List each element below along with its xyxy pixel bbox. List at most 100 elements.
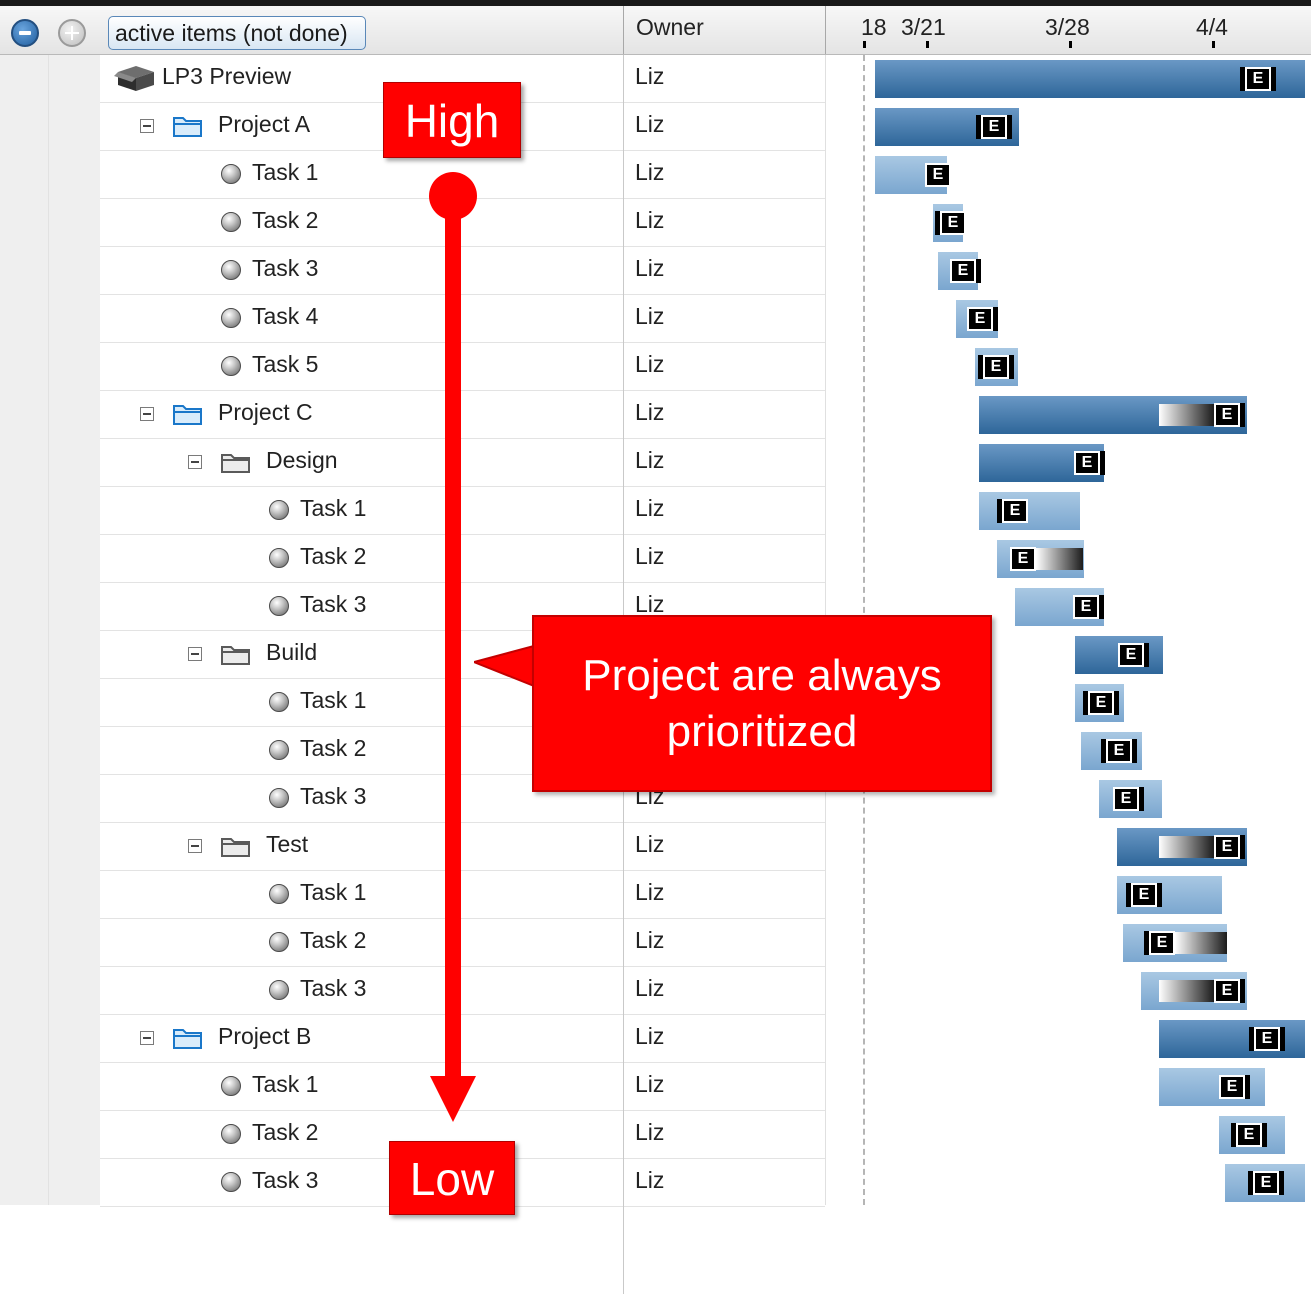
expected-finish-marker[interactable]: E (1118, 643, 1149, 667)
project-name: Test (266, 831, 309, 857)
expected-finish-marker[interactable]: E (1219, 1075, 1250, 1099)
expected-finish-marker[interactable]: E (1010, 547, 1036, 571)
owner-cell[interactable]: Liz (624, 967, 825, 1015)
table-row[interactable]: Liz Task 3 E (0, 967, 1311, 1015)
tree-cell[interactable] (100, 151, 623, 199)
marker-label: E (1017, 550, 1029, 567)
collapse-toggle-icon[interactable] (188, 839, 202, 853)
table-row[interactable]: Liz Task 1 E (0, 487, 1311, 535)
tree-cell[interactable] (100, 1159, 623, 1207)
expected-finish-marker[interactable]: E (1214, 979, 1245, 1003)
table-row[interactable]: Liz Design E (0, 439, 1311, 487)
collapse-toggle-icon[interactable] (140, 1031, 154, 1045)
table-row[interactable]: Liz Task 1 E (0, 151, 1311, 199)
marker-label: E (1226, 1078, 1238, 1095)
expected-finish-marker[interactable]: E (1144, 931, 1175, 955)
expected-finish-marker[interactable]: E (1240, 67, 1276, 91)
filter-dropdown[interactable]: active items (not done) (108, 16, 366, 50)
expected-finish-marker[interactable]: E (1073, 595, 1104, 619)
table-row[interactable]: Liz Task 1 E (0, 871, 1311, 919)
owner-cell[interactable]: Liz (624, 1159, 825, 1207)
expected-finish-marker[interactable]: E (967, 307, 998, 331)
column-divider[interactable] (825, 6, 826, 54)
expected-finish-marker[interactable]: E (1113, 787, 1144, 811)
owner-cell[interactable]: Liz (624, 1063, 825, 1111)
task-name: Task 1 (252, 159, 319, 185)
owner-cell[interactable]: Liz (624, 1015, 825, 1063)
expected-finish-marker[interactable]: E (978, 355, 1014, 379)
expected-finish-marker[interactable]: E (1248, 1171, 1284, 1195)
expected-finish-marker[interactable]: E (925, 163, 951, 187)
tree-cell[interactable] (100, 199, 623, 247)
owner-column-header[interactable]: Owner (636, 14, 704, 41)
owner-cell[interactable]: Liz (624, 295, 825, 343)
table-row[interactable]: Liz Task 3 E (0, 1159, 1311, 1207)
expected-finish-marker[interactable]: E (1214, 403, 1245, 427)
owner-cell[interactable]: Liz (624, 487, 825, 535)
owner-cell[interactable]: Liz (624, 823, 825, 871)
tree-cell[interactable] (100, 295, 623, 343)
tree-cell[interactable] (100, 247, 623, 295)
table-row[interactable]: Liz Task 1 E (0, 1063, 1311, 1111)
owner-cell[interactable]: Liz (624, 391, 825, 439)
tree-cell[interactable] (100, 343, 623, 391)
expected-finish-marker[interactable]: E (1214, 835, 1245, 859)
expected-finish-marker[interactable]: E (1074, 451, 1105, 475)
owner-cell[interactable]: Liz (624, 919, 825, 967)
task-status-icon (269, 932, 289, 952)
table-row[interactable]: Liz Task 5 E (0, 343, 1311, 391)
owner-cell[interactable]: Liz (624, 439, 825, 487)
table-row[interactable]: Liz Project C E (0, 391, 1311, 439)
table-row[interactable]: Liz Task 4 E (0, 295, 1311, 343)
expected-finish-marker[interactable]: E (1231, 1123, 1267, 1147)
expected-finish-marker[interactable]: E (950, 259, 981, 283)
owner-name: Liz (635, 303, 665, 329)
table-row[interactable]: Liz Task 2 E (0, 535, 1311, 583)
table-row[interactable]: Liz Task 2 E (0, 1111, 1311, 1159)
table-row[interactable]: Liz Test E (0, 823, 1311, 871)
expected-finish-marker[interactable]: E (1101, 739, 1137, 763)
table-row[interactable]: Liz Project A E (0, 103, 1311, 151)
tree-cell[interactable] (100, 439, 623, 487)
table-row[interactable]: Liz LP3 Preview E (0, 55, 1311, 103)
tree-cell[interactable] (100, 1111, 623, 1159)
table-row[interactable]: Liz Task 2 E (0, 919, 1311, 967)
table-row[interactable]: Liz Task 2 E (0, 199, 1311, 247)
collapse-all-button[interactable] (11, 19, 39, 47)
expected-finish-marker[interactable]: E (997, 499, 1028, 523)
table-row[interactable]: Liz Task 3 E (0, 247, 1311, 295)
task-status-icon (221, 1172, 241, 1192)
owner-name: Liz (635, 975, 665, 1001)
priority-arrow-start-dot (429, 172, 477, 220)
owner-cell[interactable]: Liz (624, 343, 825, 391)
owner-cell[interactable]: Liz (624, 199, 825, 247)
tree-cell[interactable] (100, 823, 623, 871)
timeline-tick (863, 41, 866, 48)
owner-cell[interactable]: Liz (624, 871, 825, 919)
owner-cell[interactable]: Liz (624, 103, 825, 151)
collapse-toggle-icon[interactable] (188, 455, 202, 469)
expand-all-button[interactable] (58, 19, 86, 47)
collapse-toggle-icon[interactable] (140, 407, 154, 421)
expected-finish-marker[interactable]: E (1249, 1027, 1285, 1051)
owner-cell[interactable]: Liz (624, 55, 825, 103)
owner-cell[interactable]: Liz (624, 247, 825, 295)
owner-cell[interactable]: Liz (624, 1111, 825, 1159)
expected-finish-marker[interactable]: E (1083, 691, 1119, 715)
collapse-toggle-icon[interactable] (188, 647, 202, 661)
task-name: Task 4 (252, 303, 319, 329)
tree-cell[interactable] (100, 1063, 623, 1111)
gantt-bar[interactable] (979, 492, 1080, 530)
column-divider[interactable] (623, 6, 624, 54)
table-row[interactable]: Liz Project B E (0, 1015, 1311, 1063)
task-status-icon (221, 308, 241, 328)
collapse-toggle-icon[interactable] (140, 119, 154, 133)
expected-finish-marker[interactable]: E (976, 115, 1012, 139)
low-priority-label: Low (389, 1141, 515, 1215)
expected-finish-marker[interactable]: E (1126, 883, 1162, 907)
expected-finish-marker[interactable]: E (935, 211, 966, 235)
owner-name: Liz (635, 879, 665, 905)
owner-cell[interactable]: Liz (624, 151, 825, 199)
task-status-icon (269, 596, 289, 616)
owner-cell[interactable]: Liz (624, 535, 825, 583)
